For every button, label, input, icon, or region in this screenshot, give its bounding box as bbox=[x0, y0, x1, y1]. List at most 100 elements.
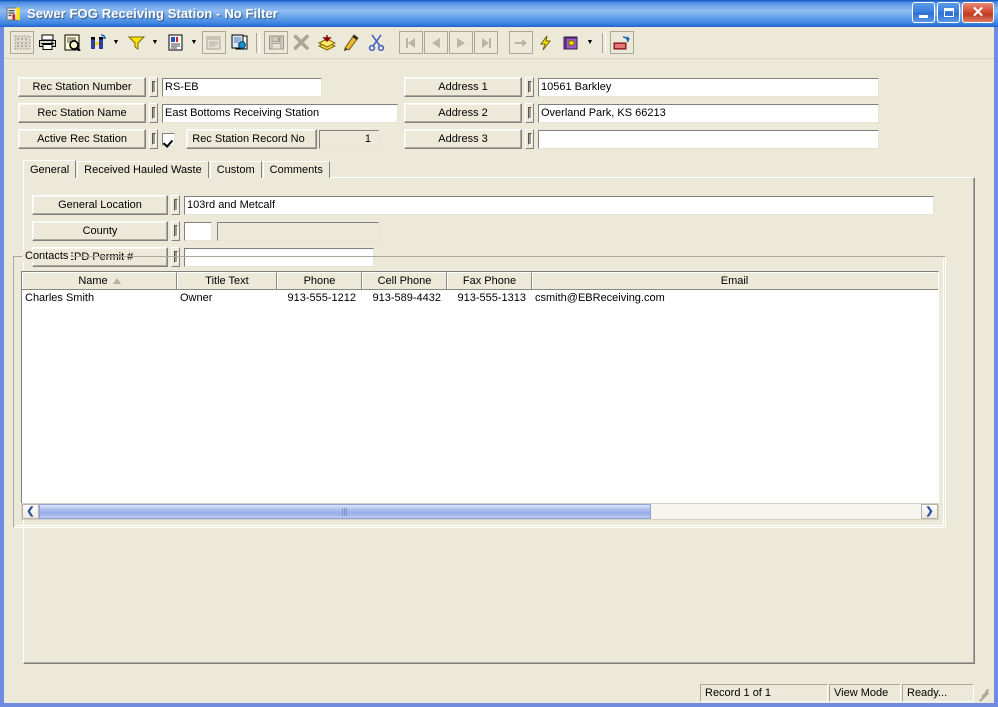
rec-station-record-no-value: 1 bbox=[319, 129, 379, 149]
funnel-filter-icon bbox=[127, 36, 145, 50]
previous-record-button[interactable] bbox=[424, 31, 448, 54]
scroll-thumb[interactable] bbox=[39, 504, 651, 519]
tab-received-hauled-waste-label: Received Hauled Waste bbox=[84, 164, 202, 176]
previous-record-icon bbox=[432, 37, 440, 48]
window-title: Sewer FOG Receiving Station - No Filter bbox=[27, 6, 278, 21]
new-record-button[interactable] bbox=[314, 31, 338, 54]
maximize-button[interactable] bbox=[937, 2, 960, 23]
printer-icon bbox=[38, 34, 56, 50]
active-rec-station-grip[interactable] bbox=[149, 129, 158, 149]
address-1-input[interactable]: 10561 Barkley bbox=[538, 77, 879, 97]
column-header-email[interactable]: Email bbox=[532, 272, 936, 289]
rec-station-number-grip[interactable] bbox=[149, 77, 158, 97]
lightning-bolt-icon bbox=[540, 35, 552, 50]
maximize-icon bbox=[943, 8, 954, 17]
cut-button[interactable] bbox=[364, 31, 388, 54]
tab-comments-label: Comments bbox=[269, 164, 323, 176]
first-record-button[interactable] bbox=[399, 31, 423, 54]
application-form-icon bbox=[6, 6, 22, 22]
address-2-grip[interactable] bbox=[525, 103, 534, 123]
print-preview-magnifier-icon bbox=[64, 34, 81, 51]
edit-button[interactable] bbox=[339, 31, 363, 54]
next-record-button[interactable] bbox=[449, 31, 473, 54]
address-2-label[interactable]: Address 2 bbox=[404, 103, 522, 123]
help-dropdown-arrow[interactable]: ▼ bbox=[584, 31, 596, 54]
filter-button[interactable] bbox=[124, 31, 148, 54]
address-1-row: Address 1 10561 Barkley bbox=[404, 77, 879, 97]
sort-ascending-icon bbox=[112, 278, 121, 284]
tab-general-label: General bbox=[30, 163, 70, 176]
general-location-label[interactable]: General Location bbox=[32, 195, 168, 215]
scroll-left-button[interactable]: ❮ bbox=[22, 504, 39, 519]
copy-record-button[interactable] bbox=[227, 31, 251, 54]
contacts-groupbox: Contacts Name Title Text Phone Cell Phon… bbox=[13, 250, 946, 528]
address-2-input[interactable]: Overland Park, KS 66213 bbox=[538, 103, 879, 123]
active-rec-station-label[interactable]: Active Rec Station bbox=[18, 129, 146, 149]
properties-button[interactable] bbox=[202, 31, 226, 54]
client-area: Rec Station Number RS-EB Rec Station Nam… bbox=[4, 59, 994, 683]
county-label[interactable]: County bbox=[32, 221, 168, 241]
last-record-button[interactable] bbox=[474, 31, 498, 54]
window-controls: ✕ bbox=[912, 2, 994, 23]
general-location-grip[interactable] bbox=[171, 195, 180, 215]
tab-received-hauled-waste[interactable]: Received Hauled Waste bbox=[77, 161, 209, 178]
column-header-cell-phone[interactable]: Cell Phone bbox=[362, 272, 447, 289]
column-header-fax-phone[interactable]: Fax Phone bbox=[447, 272, 532, 289]
address-3-grip[interactable] bbox=[525, 129, 534, 149]
scroll-track[interactable] bbox=[39, 504, 921, 519]
contacts-horizontal-scrollbar[interactable]: ❮ ❯ bbox=[21, 503, 939, 520]
table-row[interactable]: Charles Smith Owner 913-555-1212 913-589… bbox=[22, 290, 938, 306]
tab-custom-label: Custom bbox=[216, 164, 255, 176]
close-button[interactable]: ✕ bbox=[962, 2, 994, 23]
tab-general[interactable]: General bbox=[23, 160, 77, 178]
design-view-button[interactable] bbox=[10, 31, 34, 54]
rec-station-record-no-label[interactable]: Rec Station Record No bbox=[186, 129, 317, 149]
save-button[interactable] bbox=[264, 31, 288, 54]
report-button[interactable] bbox=[163, 31, 187, 54]
print-button[interactable] bbox=[35, 31, 59, 54]
resize-grip-icon[interactable] bbox=[976, 685, 992, 702]
address-1-label[interactable]: Address 1 bbox=[404, 77, 522, 97]
scroll-thumb-grip-icon bbox=[342, 507, 348, 516]
column-header-phone[interactable]: Phone bbox=[277, 272, 362, 289]
design-grid-icon bbox=[14, 35, 30, 50]
filter-dropdown-arrow[interactable]: ▼ bbox=[149, 31, 161, 54]
report-dropdown-arrow[interactable]: ▼ bbox=[188, 31, 200, 54]
help-button[interactable] bbox=[559, 31, 583, 54]
print-preview-button[interactable] bbox=[60, 31, 84, 54]
status-bar: Record 1 of 1 View Mode Ready... bbox=[4, 683, 994, 703]
general-location-input[interactable]: 103rd and Metcalf bbox=[184, 195, 934, 215]
rec-station-number-label[interactable]: Rec Station Number bbox=[18, 77, 146, 97]
contacts-grid[interactable]: Name Title Text Phone Cell Phone Fax Pho… bbox=[21, 271, 939, 519]
find-dropdown-arrow[interactable]: ▼ bbox=[110, 31, 122, 54]
active-rec-station-checkbox[interactable] bbox=[162, 132, 175, 146]
exit-button[interactable] bbox=[610, 31, 634, 54]
column-header-name[interactable]: Name bbox=[22, 272, 177, 289]
rec-station-name-grip[interactable] bbox=[149, 103, 158, 123]
address-1-grip[interactable] bbox=[525, 77, 534, 97]
county-code-input[interactable] bbox=[184, 221, 212, 241]
address-3-label[interactable]: Address 3 bbox=[404, 129, 522, 149]
rec-station-name-input[interactable]: East Bottoms Receiving Station bbox=[162, 103, 398, 123]
rec-station-name-row: Rec Station Name East Bottoms Receiving … bbox=[18, 103, 398, 123]
binoculars-find-icon bbox=[90, 34, 106, 49]
goto-button[interactable] bbox=[509, 31, 533, 54]
contacts-group-title: Contacts bbox=[22, 250, 72, 262]
tab-comments[interactable]: Comments bbox=[262, 161, 330, 178]
address-3-input[interactable] bbox=[538, 129, 879, 149]
scroll-right-button[interactable]: ❯ bbox=[921, 504, 938, 519]
delete-button[interactable] bbox=[289, 31, 313, 54]
delete-x-icon bbox=[293, 34, 309, 50]
action-button[interactable] bbox=[534, 31, 558, 54]
rec-station-name-label[interactable]: Rec Station Name bbox=[18, 103, 146, 123]
minimize-button[interactable] bbox=[912, 2, 935, 23]
rec-station-number-input[interactable]: RS-EB bbox=[162, 77, 322, 97]
find-button[interactable] bbox=[85, 31, 109, 54]
tab-custom[interactable]: Custom bbox=[209, 161, 262, 178]
scissors-cut-icon bbox=[368, 34, 384, 51]
county-grip[interactable] bbox=[171, 221, 180, 241]
application-window: Sewer FOG Receiving Station - No Filter … bbox=[0, 0, 998, 707]
column-header-title-text[interactable]: Title Text bbox=[177, 272, 277, 289]
general-location-row: General Location 103rd and Metcalf bbox=[32, 195, 934, 215]
report-document-icon bbox=[168, 34, 182, 51]
